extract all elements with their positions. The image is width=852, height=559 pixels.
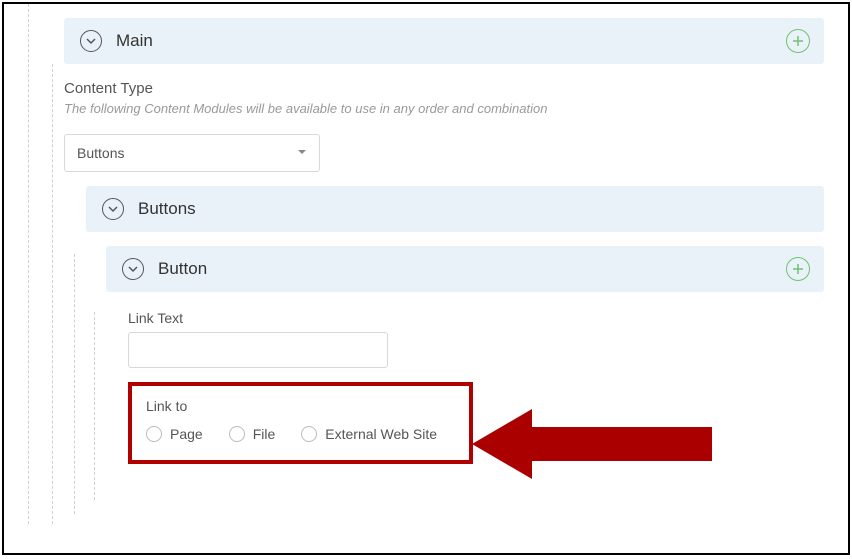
content-type-label: Content Type <box>64 80 828 97</box>
panel-header-main[interactable]: Main <box>64 18 824 64</box>
content-type-helper: The following Content Modules will be av… <box>64 101 828 116</box>
tree-line <box>52 64 53 524</box>
tree-line <box>74 254 75 514</box>
link-to-radio-group: Page File External Web Site <box>146 426 455 442</box>
link-text-block: Link Text <box>128 310 828 368</box>
chevron-down-icon[interactable] <box>102 198 124 220</box>
add-icon[interactable] <box>786 257 810 281</box>
radio-icon <box>146 426 162 442</box>
radio-option-external[interactable]: External Web Site <box>301 426 437 442</box>
radio-icon <box>229 426 245 442</box>
panel-title-main: Main <box>116 31 153 51</box>
radio-option-file[interactable]: File <box>229 426 276 442</box>
add-icon[interactable] <box>786 29 810 53</box>
content-type-dropdown[interactable]: Buttons <box>64 134 320 172</box>
dropdown-selected: Buttons <box>77 145 124 161</box>
radio-label: File <box>253 426 276 442</box>
tree-line <box>94 312 95 500</box>
content-type-block: Content Type The following Content Modul… <box>64 80 828 172</box>
link-to-label: Link to <box>146 398 455 414</box>
radio-option-page[interactable]: Page <box>146 426 203 442</box>
tree-line <box>28 4 29 524</box>
radio-label: External Web Site <box>325 426 437 442</box>
link-text-label: Link Text <box>128 310 828 326</box>
link-text-input[interactable] <box>128 332 388 368</box>
panel-title-button: Button <box>158 259 207 279</box>
annotation-arrow <box>472 399 732 489</box>
panel-title-buttons: Buttons <box>138 199 196 219</box>
radio-icon <box>301 426 317 442</box>
chevron-down-icon[interactable] <box>122 258 144 280</box>
caret-down-icon <box>297 144 307 162</box>
radio-label: Page <box>170 426 203 442</box>
link-to-highlight-box: Link to Page File External Web Site <box>128 382 473 464</box>
panel-header-button[interactable]: Button <box>106 246 824 292</box>
chevron-down-icon[interactable] <box>80 30 102 52</box>
panel-header-buttons[interactable]: Buttons <box>86 186 824 232</box>
